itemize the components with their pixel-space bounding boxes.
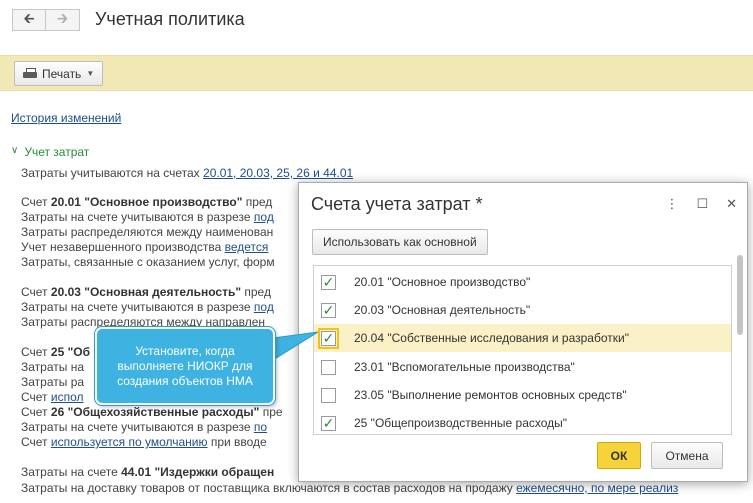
text: при вводе bbox=[207, 435, 267, 449]
text: Затраты на счете учитываются в разрезе bbox=[21, 420, 254, 434]
account-26-line2: Счет используется по умолчанию при вводе bbox=[21, 435, 267, 449]
print-button[interactable]: Печать ▼ bbox=[14, 61, 104, 86]
text: Затраты на счете bbox=[21, 465, 122, 479]
text: Учет незавершенного производства bbox=[21, 240, 225, 254]
chevron-down-icon: ▼ bbox=[86, 69, 95, 78]
section-title: Учет затрат bbox=[24, 145, 90, 159]
account-25-heading: Счет 25 "Об bbox=[21, 345, 90, 359]
checkbox[interactable]: ✓ bbox=[321, 302, 336, 318]
account-2001-heading: Счет 20.01 "Основное производство" пред bbox=[21, 195, 272, 209]
list-item-label: 20.04 "Собственные исследования и разраб… bbox=[354, 331, 629, 345]
dialog-controls: ⋮ ☐ ✕ bbox=[665, 196, 737, 212]
account-4401-heading: Затраты на счете 44.01 "Издержки обращен bbox=[21, 465, 274, 479]
list-item-label: 25 "Общепроизводственные расходы" bbox=[354, 416, 568, 430]
accounts-line: Затраты учитываются на счетах 20.01, 20.… bbox=[21, 166, 353, 180]
use-as-main-button[interactable]: Использовать как основной bbox=[312, 229, 488, 255]
account-name: 26 "Общехозяйственные расходы" bbox=[50, 405, 260, 419]
more-vertical-icon[interactable]: ⋮ bbox=[665, 196, 678, 212]
list-item[interactable]: ✓ 25 "Общепроизводственные расходы" bbox=[314, 409, 731, 434]
link[interactable]: ежемесячно, по мере реализ bbox=[516, 481, 678, 495]
link[interactable]: под bbox=[254, 300, 274, 314]
callout-arrow bbox=[273, 331, 318, 361]
link[interactable]: ведется bbox=[225, 240, 269, 254]
list-item[interactable]: 23.05 "Выполнение ремонтов основных сред… bbox=[314, 381, 731, 409]
account-2001-line2: Затраты распределяются между наименован bbox=[21, 225, 274, 239]
account-2001-line3: Учет незавершенного производства ведется bbox=[21, 240, 268, 254]
default-link[interactable]: используется по умолчанию bbox=[51, 435, 208, 449]
account-2003-line1: Затраты на счете учитываются в разрезе п… bbox=[21, 300, 274, 314]
list-item-label: 20.01 "Основное производство" bbox=[354, 275, 531, 289]
account-2001-line4: Затраты, связанные с оказанием услуг, фо… bbox=[21, 255, 275, 269]
print-button-label: Печать bbox=[42, 66, 82, 81]
text: Счет bbox=[21, 195, 51, 209]
accounts-list: ✓ 20.01 "Основное производство" ✓ 20.03 … bbox=[313, 265, 732, 435]
text: Затраты на счете учитываются в разрезе bbox=[21, 300, 254, 314]
accounts-prefix: Затраты учитываются на счетах bbox=[21, 166, 204, 180]
account-name: 20.01 "Основное производство" bbox=[50, 195, 243, 209]
text: пред bbox=[242, 195, 273, 209]
checkbox[interactable] bbox=[321, 359, 336, 375]
account-2001-line1: Затраты на счете учитываются в разрезе п… bbox=[21, 210, 274, 224]
link[interactable]: по bbox=[254, 420, 267, 434]
checkbox[interactable]: ✓ bbox=[318, 327, 339, 349]
command-bar: Печать ▼ bbox=[0, 55, 753, 91]
ok-button[interactable]: ОК bbox=[597, 442, 641, 469]
chevron-down-icon: ∨ bbox=[11, 145, 19, 156]
account-name: 44.01 "Издержки обращен bbox=[121, 465, 275, 479]
list-item-selected[interactable]: ✓ 20.04 "Собственные исследования и разр… bbox=[314, 324, 731, 352]
arrow-left-icon: 🡰 bbox=[23, 10, 35, 26]
account-26-heading: Счет 26 "Общехозяйственные расходы" пре bbox=[21, 405, 283, 419]
dialog-title: Счета учета затрат * bbox=[311, 194, 483, 214]
list-item-label: 23.05 "Выполнение ремонтов основных сред… bbox=[354, 388, 627, 402]
checkbox[interactable]: ✓ bbox=[321, 274, 336, 290]
link[interactable]: под bbox=[254, 210, 274, 224]
text: Затраты на доставку товаров от поставщик… bbox=[21, 481, 517, 495]
back-button[interactable]: 🡰 bbox=[12, 9, 46, 31]
list-item[interactable]: ✓ 20.01 "Основное производство" bbox=[314, 268, 731, 296]
checkbox[interactable] bbox=[321, 387, 336, 403]
maximize-icon[interactable]: ☐ bbox=[696, 196, 708, 212]
text: Затраты на счете учитываются в разрезе bbox=[21, 210, 254, 224]
account-26-line1: Затраты на счете учитываются в разрезе п… bbox=[21, 420, 267, 434]
text: Счет bbox=[21, 285, 51, 299]
text: пред bbox=[241, 285, 271, 299]
cancel-button[interactable]: Отмена bbox=[651, 442, 723, 469]
list-item-label: 23.01 "Вспомогательные производства" bbox=[354, 360, 575, 374]
text: пре bbox=[259, 405, 283, 419]
scrollbar-thumb[interactable] bbox=[737, 255, 743, 335]
accounts-link[interactable]: 20.01, 20.03, 25, 26 и 44.01 bbox=[203, 166, 353, 180]
account-4401-line1: Затраты на доставку товаров от поставщик… bbox=[21, 481, 678, 495]
section-header-costs[interactable]: ∨ Учет затрат bbox=[11, 145, 89, 159]
accounts-dialog: Счета учета затрат * ⋮ ☐ ✕ Использовать … bbox=[298, 182, 748, 482]
account-25-line2: Затраты ра bbox=[21, 375, 85, 389]
account-25-line3: Счет испол bbox=[21, 390, 84, 404]
arrow-right-icon: 🡲 bbox=[56, 10, 69, 26]
account-25-line1: Затраты на bbox=[21, 360, 84, 374]
close-icon[interactable]: ✕ bbox=[726, 196, 737, 212]
text: Счет bbox=[21, 405, 51, 419]
list-item-label: 20.03 "Основная деятельность" bbox=[354, 303, 531, 317]
account-name: 20.03 "Основная деятельность" bbox=[50, 285, 242, 299]
account-2003-heading: Счет 20.03 "Основная деятельность" пред bbox=[21, 285, 271, 299]
history-link[interactable]: История изменений bbox=[11, 111, 121, 125]
list-item[interactable]: ✓ 20.03 "Основная деятельность" bbox=[314, 296, 731, 324]
printer-icon bbox=[23, 67, 37, 80]
account-name: 25 "Об bbox=[50, 345, 91, 359]
text: Счет bbox=[21, 345, 51, 359]
forward-button[interactable]: 🡲 bbox=[46, 9, 80, 31]
page-title: Учетная политика bbox=[95, 9, 245, 29]
link[interactable]: испол bbox=[51, 390, 84, 404]
text: Счет bbox=[21, 390, 51, 404]
hint-callout: Установите, когда выполняете НИОКР для с… bbox=[95, 327, 275, 405]
list-item[interactable]: 23.01 "Вспомогательные производства" bbox=[314, 353, 731, 381]
text: Счет bbox=[21, 435, 51, 449]
navigation-buttons: 🡰 🡲 bbox=[12, 9, 80, 31]
checkbox[interactable]: ✓ bbox=[321, 415, 336, 431]
dialog-scrollbar[interactable] bbox=[736, 253, 744, 443]
